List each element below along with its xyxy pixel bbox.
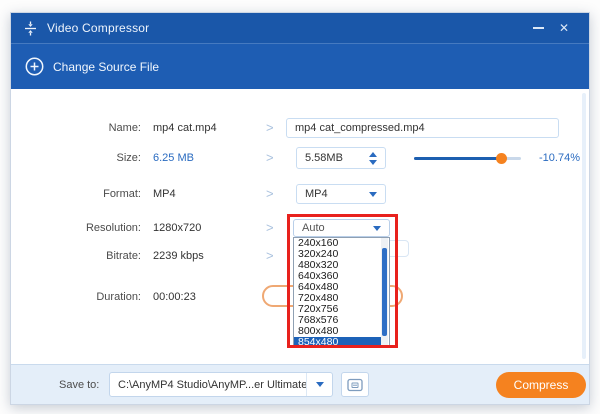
chevron-right-icon: > <box>266 220 274 235</box>
close-icon: ✕ <box>558 21 570 35</box>
bitrate-label: Bitrate: <box>106 250 141 262</box>
format-source-value: MP4 <box>153 188 176 200</box>
bitrate-source-value: 2239 kbps <box>153 250 204 262</box>
save-path-value: C:\AnyMP4 Studio\AnyMP...er Ultimate\Com… <box>118 378 306 391</box>
close-button[interactable]: ✕ <box>551 17 577 39</box>
caret-down-icon <box>315 382 324 387</box>
caret-down-icon <box>369 191 377 197</box>
name-input[interactable] <box>286 118 559 138</box>
compress-icon <box>23 21 38 36</box>
format-row: Format: MP4 > MP4 <box>11 184 589 204</box>
plus-circle-icon <box>25 57 44 76</box>
change-source-file-button[interactable]: Change Source File <box>25 57 159 76</box>
size-stepper[interactable] <box>369 151 377 165</box>
size-reduction-percent: -10.74% <box>539 152 580 164</box>
size-row: Size: 6.25 MB > 5.58MB -10.74% <box>11 147 589 169</box>
duration-source-value: 00:00:23 <box>153 291 196 303</box>
format-select[interactable]: MP4 <box>296 184 386 204</box>
change-source-label: Change Source File <box>53 59 160 74</box>
annotation-highlight-box-red <box>287 214 398 348</box>
stepper-down-icon[interactable] <box>369 159 377 165</box>
format-label: Format: <box>103 188 141 200</box>
format-target-value: MP4 <box>305 188 328 200</box>
name-label: Name: <box>108 122 141 134</box>
size-source-value: 6.25 MB <box>153 152 194 164</box>
duration-label: Duration: <box>96 291 141 303</box>
browse-folder-button[interactable] <box>341 372 369 397</box>
size-slider-thumb[interactable] <box>495 153 507 164</box>
size-target-field[interactable]: 5.58MB <box>296 147 386 169</box>
footer-bar: Save to: C:\AnyMP4 Studio\AnyMP...er Ult… <box>11 364 589 404</box>
compress-button[interactable]: Compress <box>496 372 586 398</box>
minimize-icon <box>532 27 544 29</box>
header-bar: Change Source File <box>11 43 589 89</box>
content-area: Name: mp4 cat.mp4 > Size: 6.25 MB > 5.58… <box>11 89 589 366</box>
video-compressor-window: Video Compressor ✕ Change Source File Na… <box>10 12 590 405</box>
size-slider[interactable] <box>414 153 521 164</box>
save-path-dropdown-button[interactable] <box>306 373 332 396</box>
chevron-right-icon: > <box>266 120 274 135</box>
chevron-right-icon: > <box>266 150 274 165</box>
resolution-source-value: 1280x720 <box>153 222 202 234</box>
screenshot-stage: Video Compressor ✕ Change Source File Na… <box>0 0 600 414</box>
stepper-up-icon[interactable] <box>369 151 377 157</box>
chevron-right-icon: > <box>266 186 274 201</box>
name-row: Name: mp4 cat.mp4 > <box>11 118 589 138</box>
window-title: Video Compressor <box>47 21 150 35</box>
size-slider-fill <box>414 157 501 160</box>
resolution-label: Resolution: <box>85 222 141 234</box>
save-to-label: Save to: <box>59 379 100 391</box>
file-icon <box>347 378 363 392</box>
titlebar[interactable]: Video Compressor ✕ <box>11 13 589 43</box>
size-target-value: 5.58MB <box>305 152 343 164</box>
chevron-right-icon: > <box>266 248 274 263</box>
minimize-button[interactable] <box>525 17 551 39</box>
name-source-value: mp4 cat.mp4 <box>153 122 217 134</box>
save-path-combo[interactable]: C:\AnyMP4 Studio\AnyMP...er Ultimate\Com… <box>109 372 333 397</box>
size-label: Size: <box>116 152 141 164</box>
